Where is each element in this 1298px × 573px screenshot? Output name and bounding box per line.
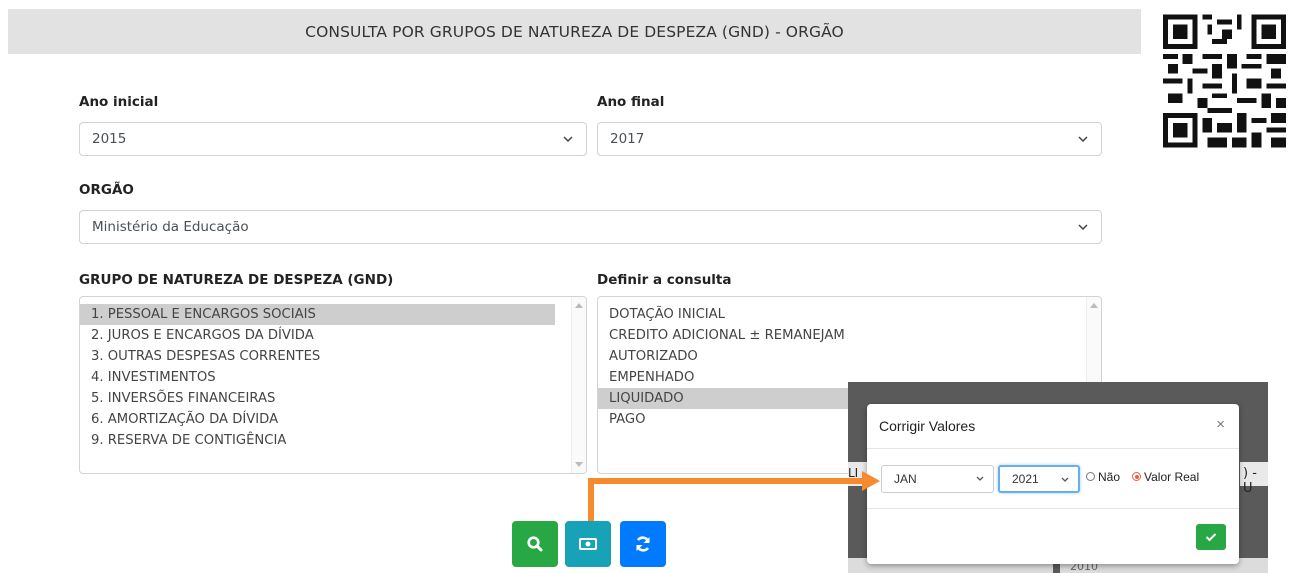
gnd-scrollbar[interactable] bbox=[571, 297, 586, 473]
gnd-option[interactable]: 3. OUTRAS DESPESAS CORRENTES bbox=[80, 346, 586, 367]
radio-nao[interactable] bbox=[1086, 472, 1095, 481]
search-button[interactable] bbox=[512, 521, 558, 567]
chevron-down-icon bbox=[1078, 224, 1088, 231]
radio-valor-real-label: Valor Real bbox=[1144, 470, 1200, 484]
scroll-down-icon[interactable] bbox=[575, 462, 583, 467]
radio-valor-real[interactable] bbox=[1132, 472, 1141, 481]
refresh-button[interactable] bbox=[620, 521, 666, 567]
scroll-up-icon[interactable] bbox=[575, 303, 583, 308]
scroll-up-icon[interactable] bbox=[1090, 303, 1098, 308]
month-select[interactable]: JAN bbox=[881, 465, 994, 493]
gnd-option[interactable]: 9. RESERVA DE CONTIGÊNCIA bbox=[80, 430, 586, 451]
confirm-button[interactable] bbox=[1196, 524, 1226, 550]
ano-inicial-label: Ano inicial bbox=[79, 94, 159, 110]
corrigir-valores-modal: Corrigir Valores × JAN 2021 Não Valor Re… bbox=[867, 404, 1239, 564]
gnd-option[interactable]: 2. JUROS E ENCARGOS DA DÍVIDA bbox=[80, 325, 586, 346]
backdrop-text-left: LI bbox=[848, 466, 859, 480]
chevron-down-icon bbox=[976, 476, 984, 481]
refresh-icon bbox=[636, 536, 650, 552]
search-icon bbox=[527, 536, 543, 552]
page-header: CONSULTA POR GRUPOS DE NATUREZA DE DESPE… bbox=[8, 9, 1141, 54]
check-icon bbox=[1205, 533, 1217, 542]
backdrop-text-right: ) - U bbox=[1243, 466, 1257, 496]
consulta-option[interactable]: CREDITO ADICIONAL ± REMANEJAM bbox=[598, 325, 1101, 346]
qr-code-icon bbox=[1163, 14, 1286, 148]
chevron-down-icon bbox=[1061, 477, 1069, 482]
ano-final-select[interactable]: 2017 bbox=[597, 122, 1102, 156]
gnd-listbox[interactable]: 1. PESSOAL E ENCARGOS SOCIAIS 2. JUROS E… bbox=[79, 296, 587, 474]
consulta-option[interactable]: DOTAÇÃO INICIAL bbox=[598, 304, 1101, 325]
gnd-label: GRUPO DE NATUREZA DE DESPEZA (GND) bbox=[79, 272, 394, 288]
gnd-option[interactable]: 4. INVESTIMENTOS bbox=[80, 367, 586, 388]
gnd-option[interactable]: 1. PESSOAL E ENCARGOS SOCIAIS bbox=[80, 304, 555, 325]
year-select[interactable]: 2021 bbox=[998, 465, 1080, 493]
modal-title: Corrigir Valores bbox=[879, 418, 976, 434]
orgao-label: ORGÃO bbox=[79, 182, 134, 198]
orgao-select[interactable]: Ministério da Educação bbox=[79, 210, 1102, 244]
corrigir-valores-button[interactable] bbox=[565, 521, 611, 567]
page-title: CONSULTA POR GRUPOS DE NATUREZA DE DESPE… bbox=[305, 22, 844, 41]
ano-inicial-select[interactable]: 2015 bbox=[79, 122, 587, 156]
chevron-down-icon bbox=[1078, 136, 1088, 143]
consulta-option[interactable]: AUTORIZADO bbox=[598, 346, 1101, 367]
consulta-label: Definir a consulta bbox=[597, 272, 732, 288]
chevron-down-icon bbox=[563, 136, 573, 143]
money-bill-icon bbox=[579, 538, 597, 550]
gnd-option[interactable]: 5. INVERSÕES FINANCEIRAS bbox=[80, 388, 586, 409]
radio-nao-label: Não bbox=[1098, 470, 1121, 484]
gnd-option[interactable]: 6. AMORTIZAÇÃO DA DÍVIDA bbox=[80, 409, 586, 430]
close-icon[interactable]: × bbox=[1216, 416, 1225, 433]
ano-final-label: Ano final bbox=[597, 94, 665, 110]
